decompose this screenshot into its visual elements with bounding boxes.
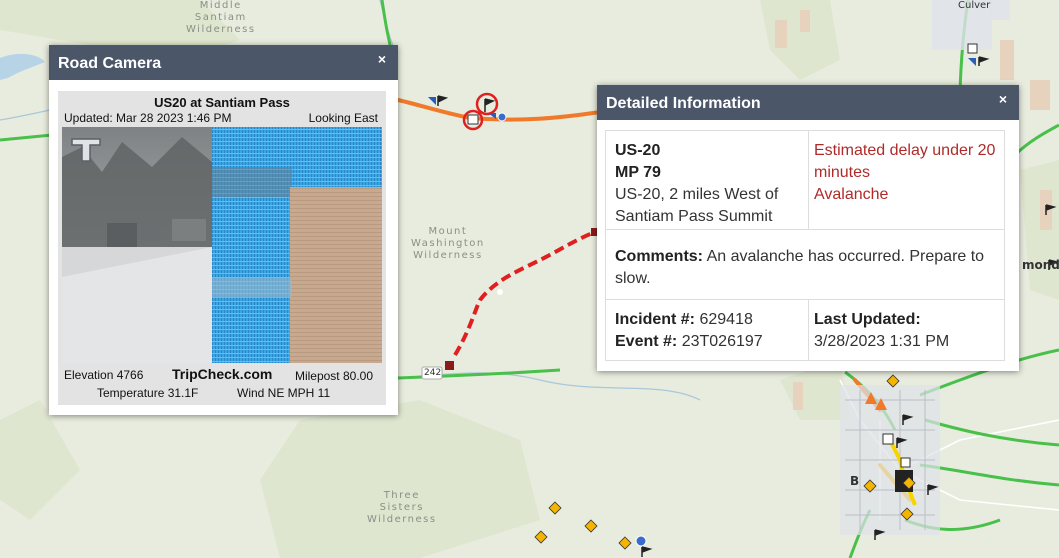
culver-label: Culver [958,0,991,11]
event-value: 23T026197 [681,333,763,350]
three-sisters-label: Three Sisters Wilderness [367,490,437,526]
redmond-label: mond [1022,258,1059,272]
divider [808,299,809,361]
camera-popup-header: Road Camera [49,45,398,80]
comments-label: Comments: [615,248,704,265]
divider [808,131,809,229]
tripcheck-logo[interactable]: TripCheck.com [172,366,272,382]
location-description: US-20, 2 miles West of Santiam Pass Summ… [615,186,779,225]
incident-label: Incident #: [615,311,696,328]
route-242-shield: 242 [424,368,442,378]
comments: Comments: An avalanche has occurred. Pre… [615,246,1000,290]
event-label: Event #: [615,333,678,350]
camera-elevation: Elevation 4766 [64,368,144,382]
label-line: Mount [428,226,468,237]
camera-milepost: Milepost 80.00 [294,369,373,383]
info-close-button[interactable]: × [999,91,1007,107]
label-line: Middle [199,0,242,11]
label-line: Santiam [194,12,247,23]
camera-updated: Updated: Mar 28 2023 1:46 PM [64,111,232,125]
camera-wind: Wind NE MPH 11 [237,386,331,400]
camera-snapshot [62,127,382,363]
last-updated-value: 3/28/2023 1:31 PM [814,333,950,350]
info-popup-title: Detailed Information [606,95,761,112]
event-type: Avalanche [814,186,889,203]
middle-santiam-label: Middle Santiam Wilderness [186,0,256,36]
camera-image[interactable]: US20 at Santiam Pass Updated: Mar 28 202… [58,91,386,405]
bend-city [840,385,940,535]
label-line: Three [383,490,420,501]
label-line: Sisters [379,502,424,513]
label-line: Wilderness [367,514,437,525]
milepost-value: MP 79 [615,164,661,181]
label-line: Washington [411,238,485,249]
route-name: US-20 [615,142,661,159]
camera-name: US20 at Santiam Pass [154,95,290,110]
divider [606,299,1004,300]
incident-number: Incident #: 629418 [615,309,753,331]
camera-temperature: Temperature 31.1F [97,386,199,400]
bend-label: B [850,474,860,488]
camera-close-button[interactable]: × [378,51,386,67]
mount-washington-label: Mount Washington Wilderness [411,226,485,262]
estimated-delay: Estimated delay under 20 minutes [814,142,996,181]
label-line: Wilderness [413,250,483,261]
divider [606,229,1004,230]
event-number: Event #: 23T026197 [615,331,763,353]
camera-direction: Looking East [308,111,378,125]
incident-value: 629418 [699,311,753,328]
incident-details-table: US-20 MP 79 US-20, 2 miles West of Santi… [605,130,1005,361]
info-popup-header: Detailed Information [597,85,1019,120]
camera-popup-title: Road Camera [58,55,162,72]
last-updated-label: Last Updated: [814,311,921,328]
label-line: Wilderness [186,24,256,35]
